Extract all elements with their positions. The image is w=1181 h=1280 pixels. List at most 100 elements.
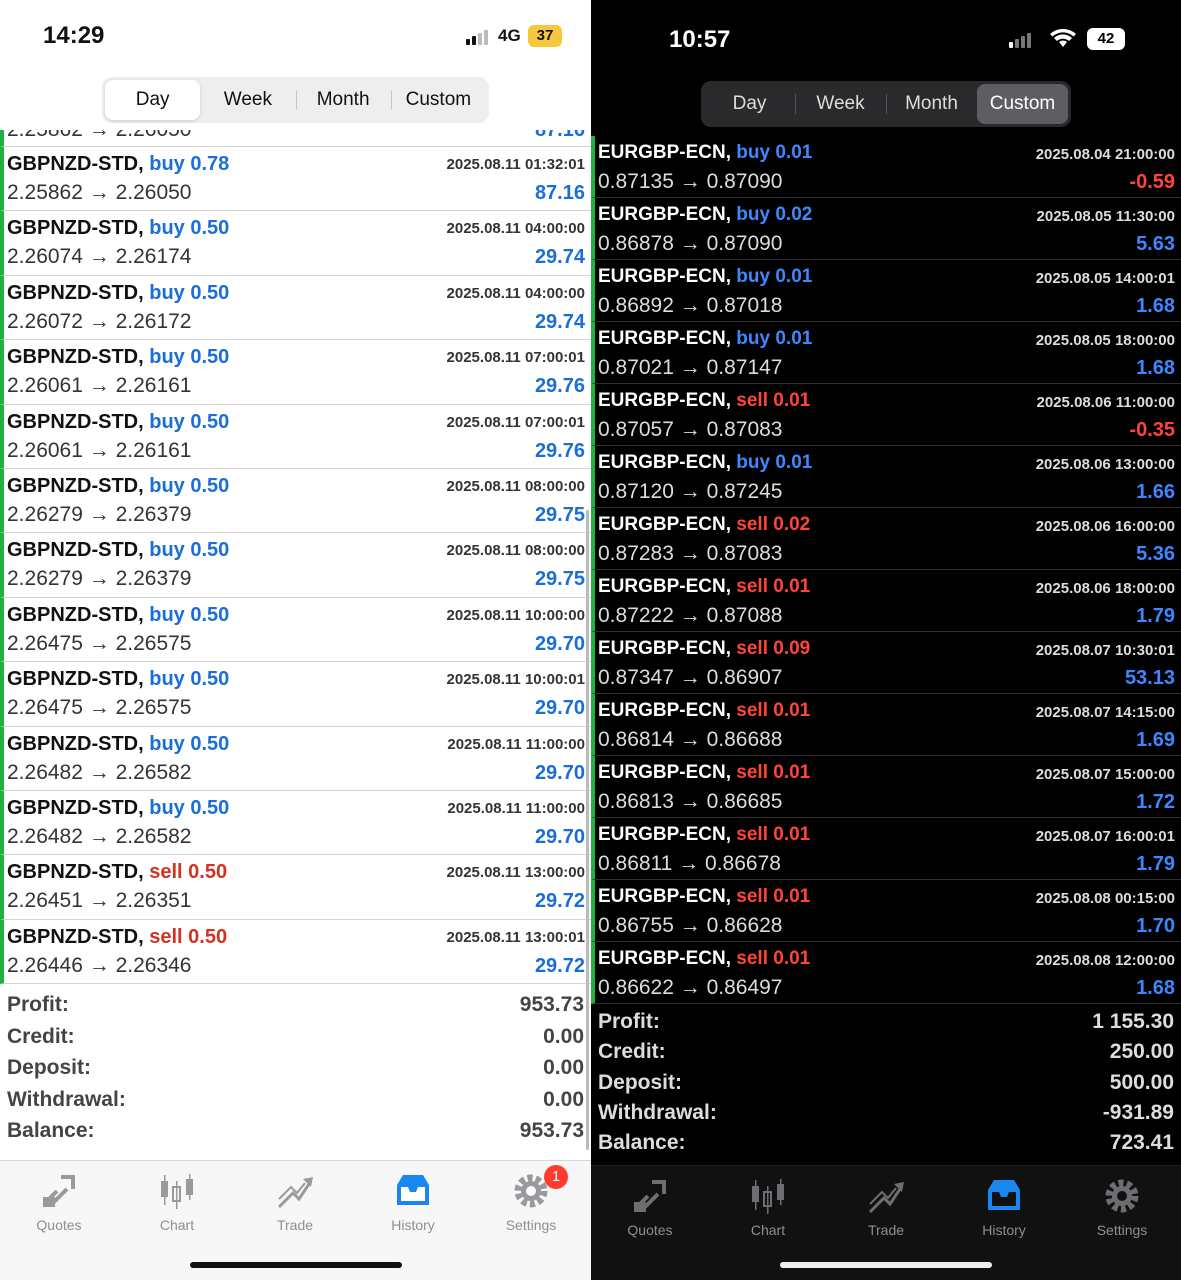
deal-symbol-line: EURGBP-ECN, sell 0.01	[598, 824, 810, 846]
deal-symbol-line: EURGBP-ECN, sell 0.02	[598, 514, 810, 536]
deal-row[interactable]: EURGBP-ECN, buy 0.01 0.86892 → 0.87018 202…	[591, 260, 1181, 322]
tab-quotes[interactable]: Quotes	[0, 1171, 118, 1233]
tab-chart[interactable]: Chart	[709, 1176, 827, 1238]
deal-symbol: EURGBP-ECN,	[598, 762, 732, 783]
deal-symbol: EURGBP-ECN,	[598, 824, 732, 845]
deal-row[interactable]: EURGBP-ECN, buy 0.02 0.86878 → 0.87090 202…	[591, 198, 1181, 260]
deal-profit: 5.63	[1136, 233, 1175, 255]
deal-symbol: GBPNZD-STD,	[7, 217, 144, 240]
deal-symbol: GBPNZD-STD,	[7, 346, 144, 369]
deal-row[interactable]: EURGBP-ECN, buy 0.01 0.87120 → 0.87245 202…	[591, 446, 1181, 508]
partial-prices: 2.25862 → 2.26050	[7, 130, 192, 142]
period-segmented-control[interactable]: Day Week Month Custom	[102, 77, 489, 123]
deal-row[interactable]: GBPNZD-STD, buy 0.50 2.26061 → 2.26161 202…	[0, 404, 591, 469]
deal-row[interactable]: GBPNZD-STD, sell 0.50 2.26451 → 2.26351 20…	[0, 855, 591, 920]
deal-prices: 0.86622 → 0.86497	[598, 976, 783, 999]
deal-row[interactable]: GBPNZD-STD, buy 0.50 2.26475 → 2.26575 202…	[0, 662, 591, 727]
deal-action: sell 0.50	[149, 925, 228, 948]
deal-row[interactable]: GBPNZD-STD, buy 0.50 2.26482 → 2.26582 202…	[0, 726, 591, 791]
deal-list: GBPNZD-STD, buy 0.78 2.25862 → 2.26050 202…	[0, 147, 591, 985]
deal-row[interactable]: EURGBP-ECN, sell 0.01 0.87057 → 0.87083 20…	[591, 384, 1181, 446]
summary-label: Balance:	[7, 1119, 95, 1143]
deal-row[interactable]: EURGBP-ECN, sell 0.01 0.86622 → 0.86497 20…	[591, 942, 1181, 1004]
status-time: 14:29	[43, 22, 105, 49]
summary-label: Profit:	[7, 993, 69, 1016]
deal-row[interactable]: EURGBP-ECN, sell 0.01 0.86814 → 0.86688 20…	[591, 694, 1181, 756]
deal-row[interactable]: EURGBP-ECN, sell 0.01 0.86811 → 0.86678 20…	[591, 818, 1181, 880]
deal-list: EURGBP-ECN, buy 0.01 0.87135 → 0.87090 202…	[591, 136, 1181, 1004]
deal-time: 2025.08.11 08:00:00	[446, 477, 585, 495]
account-summary: Profit: 1 155.30 Credit: 250.00 Deposit: 500.…	[598, 1010, 1174, 1161]
deal-row[interactable]: GBPNZD-STD, sell 0.50 2.26446 → 2.26346 20…	[0, 919, 591, 985]
tab-settings[interactable]: 1 Settings	[472, 1165, 590, 1233]
deal-profit: 87.16	[534, 182, 585, 204]
deal-row[interactable]: EURGBP-ECN, buy 0.01 0.87021 → 0.87147 202…	[591, 322, 1181, 384]
tab-label: Chart	[159, 1217, 195, 1233]
deal-row[interactable]: GBPNZD-STD, buy 0.50 2.26072 → 2.26172 202…	[0, 275, 591, 341]
deal-row[interactable]: GBPNZD-STD, buy 0.50 2.26279 → 2.26379 202…	[0, 468, 591, 534]
deal-profit: 29.70	[534, 761, 585, 784]
period-segmented-control[interactable]: Day Week Month Custom	[701, 81, 1071, 127]
deal-row[interactable]: EURGBP-ECN, sell 0.01 0.87222 → 0.87088 20…	[591, 570, 1181, 632]
tab-history[interactable]: History	[945, 1176, 1063, 1238]
status-bar: 10:57 42	[591, 0, 1181, 70]
deal-time: 2025.08.07 10:30:01	[1035, 642, 1175, 659]
segment-custom[interactable]: Custom	[977, 84, 1068, 124]
deal-action: buy 0.50	[149, 474, 230, 497]
deal-row[interactable]: EURGBP-ECN, sell 0.09 0.87347 → 0.86907 20…	[591, 632, 1181, 694]
tab-history[interactable]: History	[354, 1171, 472, 1233]
deal-profit: 29.72	[534, 890, 585, 913]
home-indicator[interactable]	[189, 1262, 402, 1268]
tab-chart[interactable]: Chart	[118, 1171, 236, 1233]
deal-prices: 0.87347 → 0.86907	[598, 666, 783, 689]
summary-row: Profit: 953.73	[7, 993, 584, 1025]
deal-symbol: EURGBP-ECN,	[598, 266, 732, 287]
deal-prices: 2.26482 → 2.26582	[7, 824, 192, 848]
deal-profit: 29.70	[534, 825, 585, 848]
deal-action: sell 0.01	[736, 576, 811, 597]
deal-row[interactable]: GBPNZD-STD, buy 0.50 2.26482 → 2.26582 202…	[0, 790, 591, 856]
deal-symbol: GBPNZD-STD,	[7, 410, 144, 433]
partial-deal-row[interactable]: 2.25862 → 2.26050 87.16	[0, 130, 591, 147]
deal-row[interactable]: GBPNZD-STD, buy 0.50 2.26074 → 2.26174 202…	[0, 211, 591, 276]
segment-week[interactable]: Week	[795, 84, 886, 124]
deal-row[interactable]: EURGBP-ECN, sell 0.01 0.86813 → 0.86685 20…	[591, 756, 1181, 818]
deal-profit: 29.74	[534, 246, 585, 269]
deal-row[interactable]: GBPNZD-STD, buy 0.50 2.26061 → 2.26161 202…	[0, 340, 591, 405]
tab-trade[interactable]: Trade	[827, 1176, 945, 1238]
segment-week[interactable]: Week	[200, 80, 295, 120]
deal-prices: 2.26279 → 2.26379	[7, 567, 192, 591]
segment-day[interactable]: Day	[704, 84, 795, 124]
tab-settings[interactable]: Settings	[1063, 1176, 1181, 1238]
deal-symbol: EURGBP-ECN,	[598, 576, 732, 597]
summary-value: 0.00	[543, 1056, 584, 1080]
segment-custom[interactable]: Custom	[390, 80, 486, 120]
segment-day[interactable]: Day	[105, 80, 201, 120]
summary-label: Deposit:	[7, 1056, 91, 1080]
deal-symbol-line: GBPNZD-STD, buy 0.50	[7, 668, 229, 691]
deal-row[interactable]: EURGBP-ECN, buy 0.01 0.87135 → 0.87090 202…	[591, 136, 1181, 198]
deal-row[interactable]: EURGBP-ECN, sell 0.02 0.87283 → 0.87083 20…	[591, 508, 1181, 570]
tab-trade[interactable]: Trade	[236, 1171, 354, 1233]
segment-month[interactable]: Month	[295, 80, 391, 120]
deal-prices: 0.87135 → 0.87090	[598, 170, 783, 193]
deal-time: 2025.08.07 15:00:00	[1035, 766, 1175, 783]
deal-row[interactable]: GBPNZD-STD, buy 0.50 2.26279 → 2.26379 202…	[0, 533, 591, 598]
deal-symbol-line: EURGBP-ECN, buy 0.02	[598, 204, 812, 226]
deal-symbol-line: EURGBP-ECN, sell 0.01	[598, 576, 810, 598]
deal-symbol: EURGBP-ECN,	[598, 700, 732, 721]
tab-quotes[interactable]: Quotes	[591, 1176, 709, 1238]
deal-row[interactable]: GBPNZD-STD, buy 0.78 2.25862 → 2.26050 202…	[0, 147, 591, 212]
deal-time: 2025.08.11 10:00:01	[446, 671, 585, 689]
deal-prices: 0.87120 → 0.87245	[598, 480, 783, 503]
battery-icon: 37	[528, 25, 562, 47]
deal-symbol-line: EURGBP-ECN, buy 0.01	[598, 266, 812, 288]
segment-month[interactable]: Month	[886, 84, 977, 124]
deal-row[interactable]: GBPNZD-STD, buy 0.50 2.26475 → 2.26575 202…	[0, 597, 591, 663]
deal-time: 2025.08.11 08:00:00	[446, 542, 585, 560]
scrollbar[interactable]	[586, 510, 589, 1150]
summary-label: Credit:	[598, 1040, 666, 1064]
deal-row[interactable]: EURGBP-ECN, sell 0.01 0.86755 → 0.86628 20…	[591, 880, 1181, 942]
home-indicator[interactable]	[780, 1262, 992, 1268]
deal-time: 2025.08.08 12:00:00	[1035, 952, 1175, 969]
